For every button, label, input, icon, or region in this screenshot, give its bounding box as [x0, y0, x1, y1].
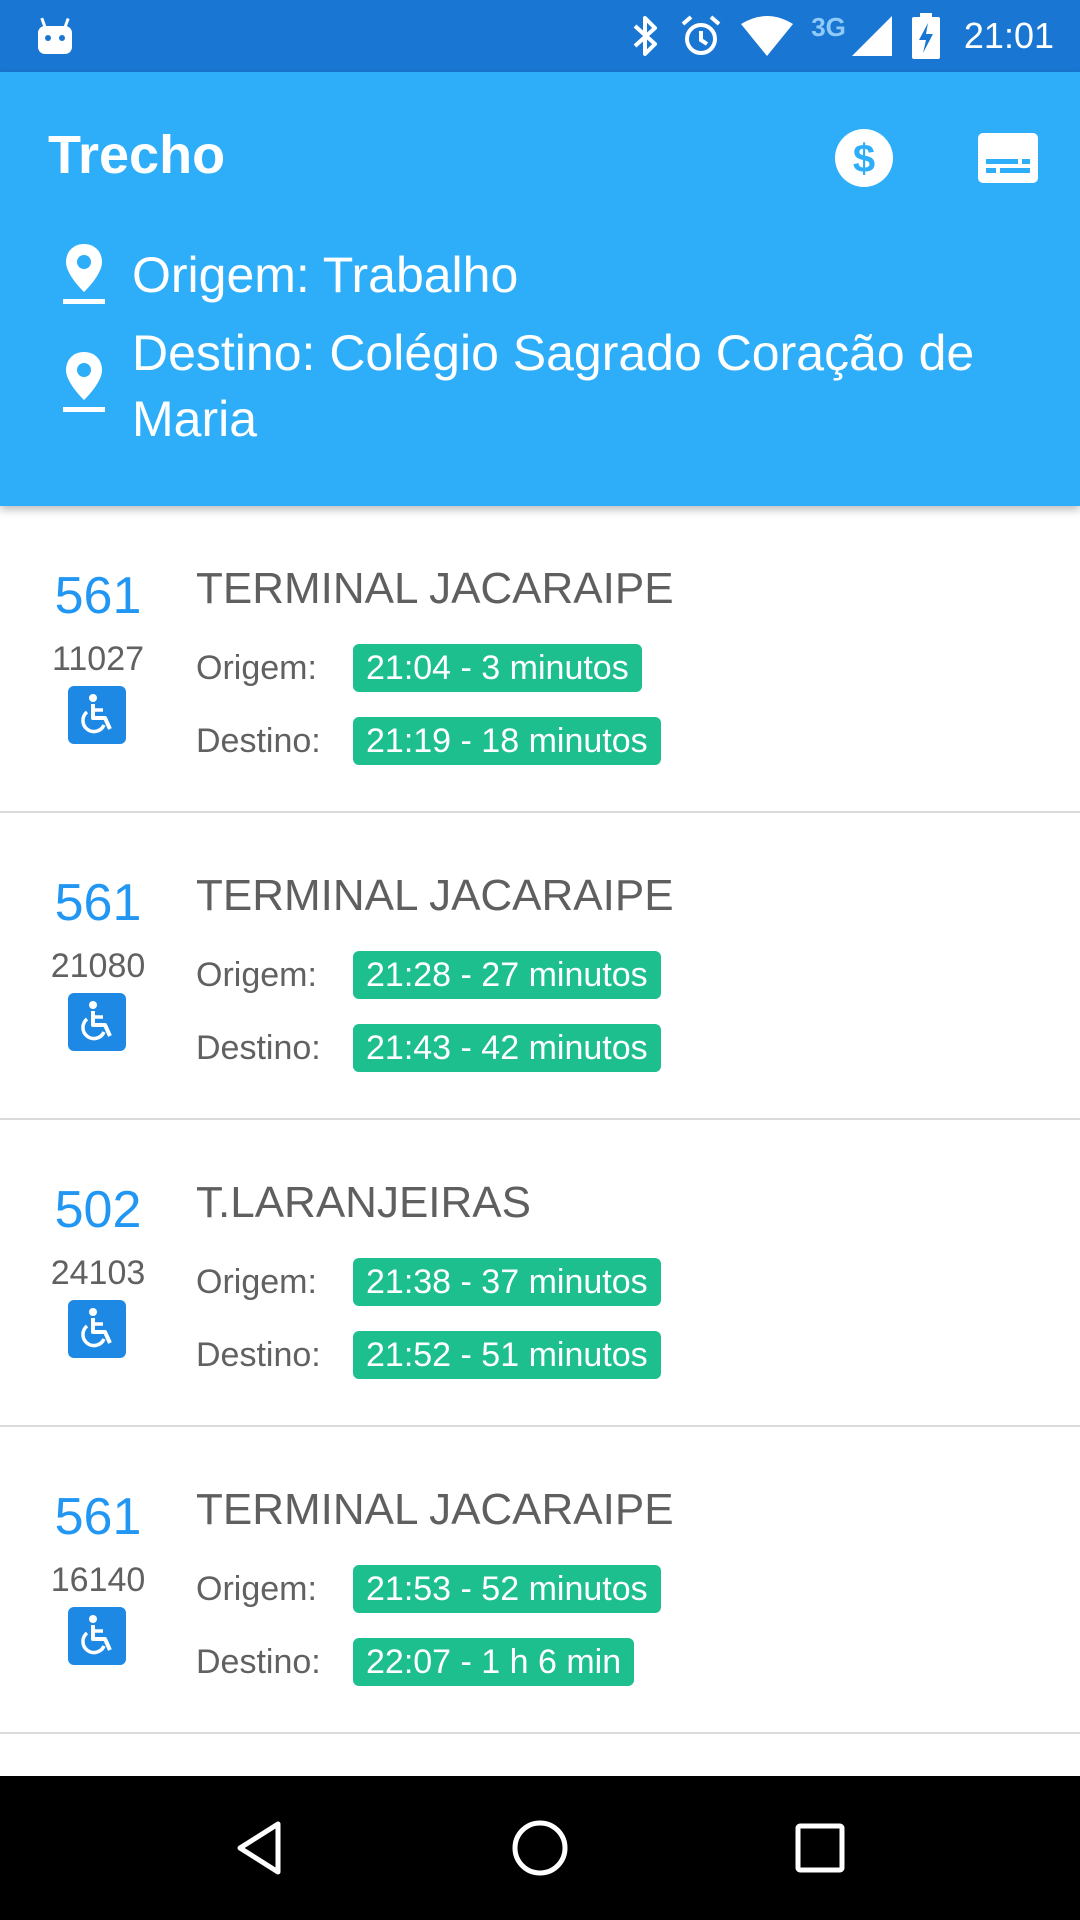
origin-time-badge: 21:28 - 27 minutos: [353, 951, 661, 999]
recents-button[interactable]: [765, 1793, 875, 1903]
trip-row[interactable]: 561 11027 TERMINAL JACARAIPE Origem: 21:…: [0, 506, 1080, 813]
destination-time-badge: 22:07 - 1 h 6 min: [353, 1638, 635, 1686]
page-title: Trecho: [48, 125, 226, 185]
wifi-icon: [741, 16, 794, 56]
line-number: 561: [54, 567, 142, 625]
android-icon: [38, 17, 72, 54]
origin-time-label: Origem:: [196, 956, 317, 994]
origin-label: Origem: Trabalho: [132, 247, 519, 303]
trip-destination: TERMINAL JACARAIPE: [196, 1485, 674, 1534]
trip-row[interactable]: 561 21080 TERMINAL JACARAIPE Origem: 21:…: [0, 813, 1080, 1120]
destination-time-label: Destino:: [196, 1336, 321, 1374]
wheelchair-accessible-icon: [68, 993, 126, 1051]
origin-time-label: Origem:: [196, 649, 317, 687]
trip-destination: T.LARANJEIRAS: [196, 1178, 531, 1227]
destination-row: Destino: Colégio Sagrado Coração de Mari…: [60, 320, 1012, 452]
destination-time-label: Destino:: [196, 1029, 321, 1067]
location-pin-icon: [63, 352, 105, 412]
app-bar: Trecho $ Origem: Trabalho Destino: Colég…: [0, 72, 1080, 506]
trip-destination: TERMINAL JACARAIPE: [196, 871, 674, 920]
vehicle-number: 16140: [50, 1561, 146, 1599]
card-button[interactable]: [976, 126, 1040, 190]
status-bar: 3G 21:01: [0, 0, 1080, 72]
signal-icon: [851, 16, 892, 56]
back-icon: [237, 1821, 281, 1875]
svg-text:$: $: [853, 137, 875, 181]
origin-time-label: Origem:: [196, 1263, 317, 1301]
wheelchair-accessible-icon: [68, 1607, 126, 1665]
battery-charging-icon: [911, 13, 940, 59]
origin-row: Origem: Trabalho: [60, 242, 1012, 308]
destination-label: Destino: Colégio Sagrado Coração de Mari…: [132, 325, 975, 447]
destination-time-label: Destino:: [196, 1643, 321, 1681]
alarm-icon: [681, 15, 721, 55]
trip-destination: TERMINAL JACARAIPE: [196, 564, 674, 613]
wheelchair-accessible-icon: [68, 686, 126, 744]
navigation-bar: [0, 1776, 1080, 1920]
destination-time-badge: 21:43 - 42 minutos: [353, 1024, 661, 1072]
destination-time-label: Destino:: [196, 722, 321, 760]
vehicle-number: 11027: [51, 640, 145, 678]
trip-row[interactable]: 502 24103 T.LARANJEIRAS Origem: 21:38 - …: [0, 1120, 1080, 1427]
location-pin-icon: [63, 244, 105, 304]
recents-icon: [795, 1823, 845, 1873]
back-button[interactable]: [205, 1793, 315, 1903]
trip-row[interactable]: 561 16140 TERMINAL JACARAIPE Origem: 21:…: [0, 1427, 1080, 1734]
line-number: 561: [54, 874, 142, 932]
origin-time-badge: 21:04 - 3 minutos: [353, 644, 642, 692]
origin-time-label: Origem:: [196, 1570, 317, 1608]
network-type-label: 3G: [811, 11, 846, 42]
fare-dollar-icon: $: [835, 129, 893, 187]
card-icon: [978, 133, 1038, 183]
clock: 21:01: [963, 15, 1054, 56]
trip-list: 561 11027 TERMINAL JACARAIPE Origem: 21:…: [0, 506, 1080, 1734]
line-number: 561: [54, 1488, 142, 1546]
origin-time-badge: 21:38 - 37 minutos: [353, 1258, 661, 1306]
home-button[interactable]: [485, 1793, 595, 1903]
fare-button[interactable]: $: [832, 126, 896, 190]
vehicle-number: 21080: [50, 947, 146, 985]
home-icon: [512, 1820, 568, 1876]
vehicle-number: 24103: [50, 1254, 146, 1292]
line-number: 502: [54, 1181, 142, 1239]
wheelchair-accessible-icon: [68, 1300, 126, 1358]
bluetooth-icon: [633, 16, 658, 56]
destination-time-badge: 21:52 - 51 minutos: [353, 1331, 661, 1379]
origin-time-badge: 21:53 - 52 minutos: [353, 1565, 661, 1613]
destination-time-badge: 21:19 - 18 minutos: [353, 717, 661, 765]
